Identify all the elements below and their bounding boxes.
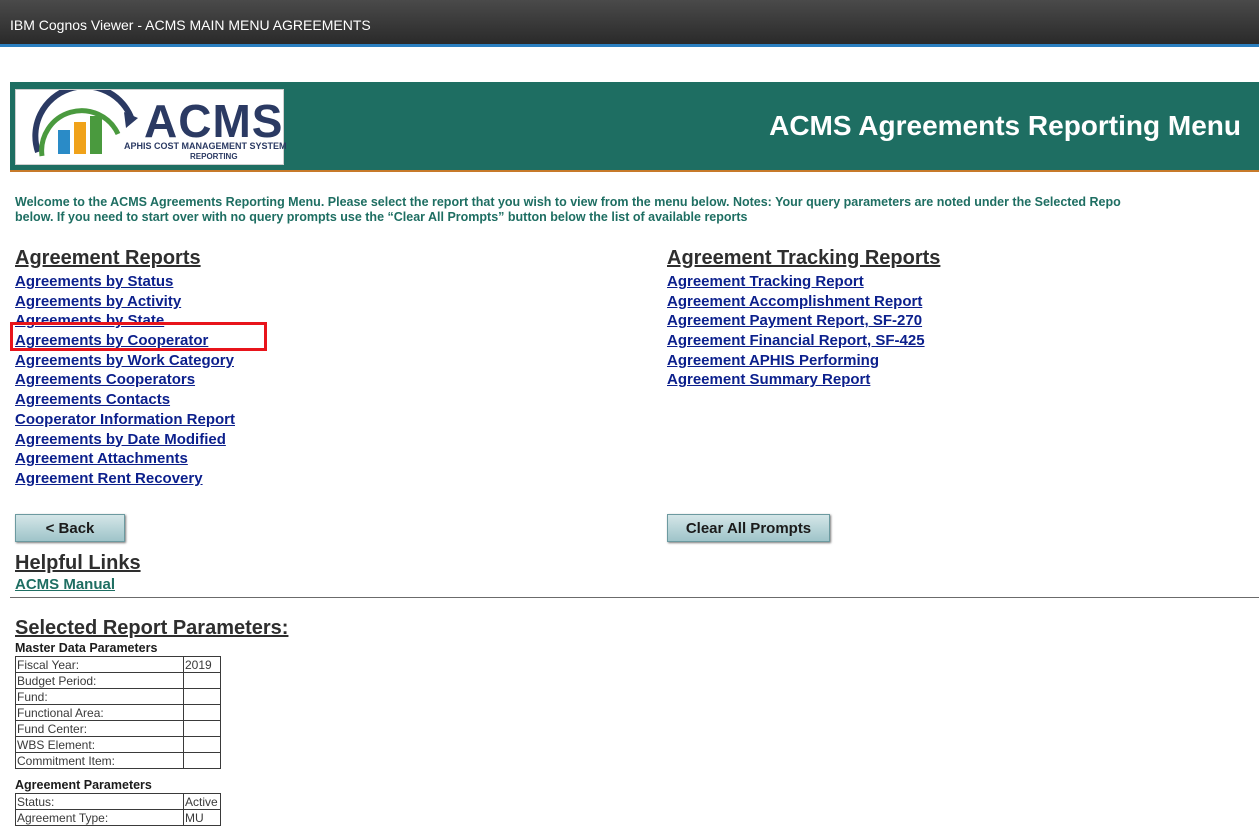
list-item: Agreement APHIS Performing	[667, 352, 925, 372]
agreement-parameters-table: Status: Active Agreement Type: MU	[15, 793, 221, 826]
param-value	[183, 688, 221, 705]
clear-all-prompts-button[interactable]: Clear All Prompts	[667, 514, 830, 542]
agreement-parameters-heading: Agreement Parameters	[15, 778, 152, 792]
table-row: WBS Element:	[15, 736, 221, 753]
tracking-reports-heading: Agreement Tracking Reports	[667, 247, 941, 269]
logo-subtitle-reporting: REPORTING	[190, 152, 238, 161]
list-item: Agreements by Work Category	[15, 352, 235, 372]
table-row: Commitment Item:	[15, 752, 221, 769]
list-item: Agreement Payment Report, SF-270	[667, 312, 925, 332]
param-value: Active	[183, 793, 221, 810]
param-value	[183, 736, 221, 753]
table-row: Fiscal Year: 2019	[15, 656, 221, 673]
param-value: MU	[183, 809, 221, 826]
link-agreement-tracking-report[interactable]: Agreement Tracking Report	[667, 273, 864, 290]
window-titlebar: IBM Cognos Viewer - ACMS MAIN MENU AGREE…	[0, 0, 1259, 47]
param-label: Fiscal Year:	[15, 656, 184, 673]
header-banner: ACMS APHIS COST MANAGEMENT SYSTEM REPORT…	[10, 82, 1259, 172]
param-label: Functional Area:	[15, 704, 184, 721]
tracking-reports-list: Agreement Tracking Report Agreement Acco…	[667, 273, 925, 391]
window-title: IBM Cognos Viewer - ACMS MAIN MENU AGREE…	[10, 17, 371, 33]
selection-highlight-box	[10, 322, 267, 351]
param-label: Budget Period:	[15, 672, 184, 689]
list-item: Agreements Contacts	[15, 391, 235, 411]
chart-logo-icon	[32, 90, 138, 157]
table-row: Budget Period:	[15, 672, 221, 689]
link-agreement-accomplishment-report[interactable]: Agreement Accomplishment Report	[667, 293, 922, 310]
master-data-heading: Master Data Parameters	[15, 641, 158, 655]
agreement-reports-heading: Agreement Reports	[15, 247, 201, 269]
link-agreement-rent-recovery[interactable]: Agreement Rent Recovery	[15, 470, 203, 487]
link-agreement-financial-report[interactable]: Agreement Financial Report, SF-425	[667, 332, 925, 349]
section-divider	[10, 597, 1259, 598]
link-agreement-payment-report[interactable]: Agreement Payment Report, SF-270	[667, 312, 922, 329]
param-value: 2019	[183, 656, 221, 673]
link-agreements-by-status[interactable]: Agreements by Status	[15, 273, 173, 290]
acms-logo: ACMS APHIS COST MANAGEMENT SYSTEM REPORT…	[15, 89, 287, 165]
link-agreements-by-work-category[interactable]: Agreements by Work Category	[15, 352, 234, 369]
back-button[interactable]: < Back	[15, 514, 125, 542]
table-row: Status: Active	[15, 793, 221, 810]
logo-subtitle: APHIS COST MANAGEMENT SYSTEM	[124, 141, 287, 151]
param-label: Agreement Type:	[15, 809, 184, 826]
list-item: Agreements Cooperators	[15, 371, 235, 391]
welcome-text: Welcome to the ACMS Agreements Reporting…	[15, 195, 1259, 225]
param-value	[183, 672, 221, 689]
table-row: Fund:	[15, 688, 221, 705]
param-label: WBS Element:	[15, 736, 184, 753]
param-label: Fund:	[15, 688, 184, 705]
table-row: Fund Center:	[15, 720, 221, 737]
param-value	[183, 752, 221, 769]
helpful-links-heading: Helpful Links	[15, 552, 141, 574]
param-label: Fund Center:	[15, 720, 184, 737]
logo-wordmark: ACMS	[144, 95, 284, 147]
master-data-table: Fiscal Year: 2019 Budget Period: Fund: Fu…	[15, 656, 221, 769]
param-value	[183, 704, 221, 721]
link-agreement-summary-report[interactable]: Agreement Summary Report	[667, 371, 870, 388]
link-agreement-aphis-performing[interactable]: Agreement APHIS Performing	[667, 352, 879, 369]
link-agreements-by-date-modified[interactable]: Agreements by Date Modified	[15, 431, 226, 448]
list-item: Agreements by Status	[15, 273, 235, 293]
list-item: Agreement Summary Report	[667, 371, 925, 391]
list-item: Agreements by Activity	[15, 293, 235, 313]
link-agreements-by-activity[interactable]: Agreements by Activity	[15, 293, 181, 310]
param-label: Status:	[15, 793, 184, 810]
table-row: Agreement Type: MU	[15, 809, 221, 826]
welcome-line-2: below. If you need to start over with no…	[15, 210, 748, 224]
param-label: Commitment Item:	[15, 752, 184, 769]
agreement-reports-list: Agreements by Status Agreements by Activ…	[15, 273, 235, 490]
link-cooperator-information-report[interactable]: Cooperator Information Report	[15, 411, 235, 428]
page-title: ACMS Agreements Reporting Menu	[769, 110, 1241, 141]
list-item: Agreement Accomplishment Report	[667, 293, 925, 313]
list-item: Agreement Rent Recovery	[15, 470, 235, 490]
list-item: Cooperator Information Report	[15, 411, 235, 431]
table-row: Functional Area:	[15, 704, 221, 721]
acms-manual-link[interactable]: ACMS Manual	[15, 576, 115, 593]
link-agreement-attachments[interactable]: Agreement Attachments	[15, 450, 188, 467]
param-value	[183, 720, 221, 737]
link-agreements-contacts[interactable]: Agreements Contacts	[15, 391, 170, 408]
list-item: Agreement Tracking Report	[667, 273, 925, 293]
welcome-line-1: Welcome to the ACMS Agreements Reporting…	[15, 195, 1121, 209]
selected-parameters-heading: Selected Report Parameters:	[15, 617, 289, 639]
list-item: Agreement Attachments	[15, 450, 235, 470]
link-agreements-cooperators[interactable]: Agreements Cooperators	[15, 371, 195, 388]
list-item: Agreements by Date Modified	[15, 431, 235, 451]
list-item: Agreement Financial Report, SF-425	[667, 332, 925, 352]
